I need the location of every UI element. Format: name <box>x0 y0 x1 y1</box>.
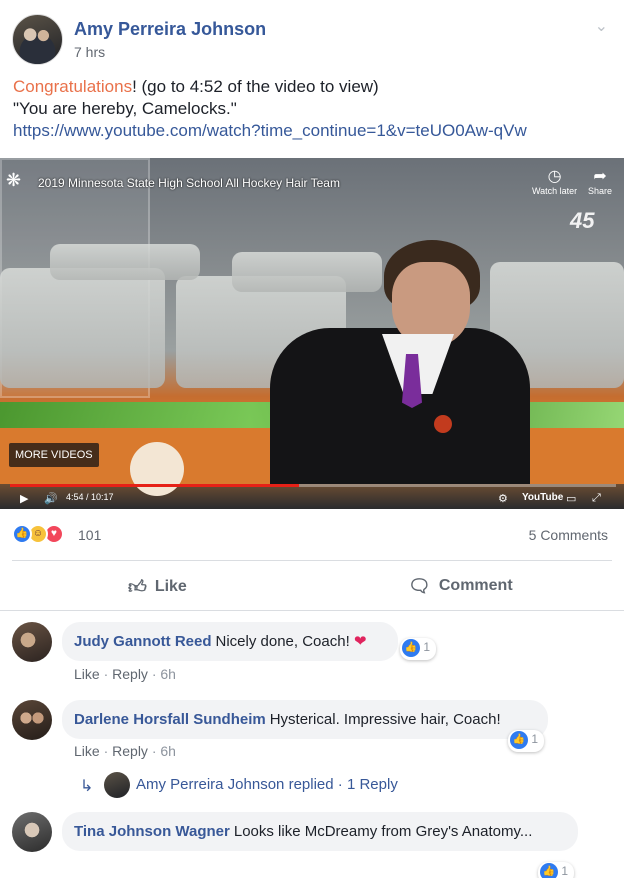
watch-later-button[interactable]: ◷ Watch later <box>532 166 577 196</box>
video-progress-fill <box>10 484 300 487</box>
video-controls: ▶ 🔊 4:54 / 10:17 ⚙ YouTube ▭ ⤢ <box>0 490 624 509</box>
highlighted-word[interactable]: Congratulations <box>13 77 132 96</box>
reaction-count: 101 <box>78 527 102 543</box>
stadium-seat <box>0 268 165 388</box>
reply-arrow-icon: ↳ <box>80 778 94 795</box>
video-title[interactable]: 2019 Minnesota State High School All Hoc… <box>38 176 340 190</box>
speech-bubble-icon: 🗨︎ <box>408 576 431 596</box>
commenter-name[interactable]: Darlene Horsfall Sundheim <box>74 711 266 728</box>
cast-icon[interactable]: ▭ <box>566 492 576 505</box>
comment-meta: Like · Reply · 6h <box>74 666 176 682</box>
reply-count: 1 Reply <box>346 776 398 793</box>
settings-gear-icon[interactable]: ⚙ <box>498 492 508 505</box>
comment-text: Looks like McDreamy from Grey's Anatomy.… <box>233 823 533 840</box>
author-avatar[interactable] <box>12 14 63 65</box>
comment-reaction-count: 1 <box>531 732 539 747</box>
comment-time[interactable]: 6h <box>160 743 176 759</box>
comment-reaction-count: 1 <box>423 640 431 655</box>
stadium-seat <box>50 244 200 280</box>
comment-text: Hysterical. Impressive hair, Coach! <box>269 711 501 728</box>
replied-word: replied <box>288 776 334 793</box>
commenter-avatar[interactable] <box>12 812 52 852</box>
stadium-seat <box>232 252 382 292</box>
comment-bubble: Tina Johnson Wagner Looks like McDreamy f… <box>62 812 578 851</box>
share-button[interactable]: ➦ Share <box>588 166 612 196</box>
reply-summary-text: Amy Perreira Johnson replied · 1 Reply <box>136 776 398 793</box>
youtube-logo[interactable]: YouTube <box>522 492 563 503</box>
like-button-label: Like <box>154 578 187 595</box>
post-text-line-1: Congratulations! (go to 4:52 of the vide… <box>13 76 613 98</box>
clock-icon: ◷ <box>547 168 562 185</box>
volume-icon[interactable]: 🔊 <box>44 492 58 505</box>
comment-time[interactable]: 6h <box>160 666 176 682</box>
commenter-avatar[interactable] <box>12 622 52 662</box>
comment-button[interactable]: 🗨︎ Comment <box>408 576 513 597</box>
comment-text: Nicely done, Coach! <box>215 633 350 650</box>
comment-like-link[interactable]: Like <box>74 743 100 759</box>
comment-reaction-badge[interactable]: 👍 1 <box>400 638 437 660</box>
like-icon: 👍 <box>12 524 32 544</box>
comment-reaction-badge[interactable]: 👍 1 <box>538 862 575 878</box>
comment-like-link[interactable]: Like <box>74 666 100 682</box>
more-videos-button[interactable]: MORE VIDEOS <box>9 443 99 467</box>
video-time: 4:54 / 10:17 <box>66 492 114 502</box>
video-channel-logo[interactable]: ❋ <box>6 170 28 196</box>
like-icon: 👍 <box>510 731 528 749</box>
comment-bubble: Darlene Horsfall Sundheim Hysterical. Imp… <box>62 700 548 739</box>
post-header: Amy Perreira Johnson 7 hrs ⌄ <box>12 14 612 66</box>
like-icon: 👍 <box>402 639 420 657</box>
comment-meta: Like · Reply · 6h <box>74 743 176 759</box>
divider <box>12 560 612 561</box>
replier-avatar <box>104 772 130 798</box>
thumbs-up-icon: 👍︎ <box>128 577 147 597</box>
like-icon: 👍 <box>540 863 558 878</box>
rink-logo <box>130 442 184 496</box>
comment-button-label: Comment <box>438 577 513 594</box>
play-icon[interactable]: ▶ <box>20 492 28 505</box>
post-actions: 👍︎ Like 🗨︎ Comment <box>0 567 624 605</box>
comment-reply-link[interactable]: Reply <box>112 666 148 682</box>
post-text-line-1-rest: ! (go to 4:52 of the video to view) <box>132 77 379 96</box>
video-progress-bar[interactable] <box>10 484 616 487</box>
comment-reaction-badge[interactable]: 👍 1 <box>508 730 545 752</box>
commenter-name[interactable]: Judy Gannott Reed <box>74 633 212 650</box>
like-button[interactable]: 👍︎ Like <box>128 576 187 598</box>
post-link[interactable]: https://www.youtube.com/watch?time_conti… <box>13 120 613 142</box>
post-timestamp[interactable]: 7 hrs <box>74 44 105 60</box>
comment-reaction-count: 1 <box>561 864 569 878</box>
coat-badge <box>434 415 452 433</box>
comments-count-link[interactable]: 5 Comments <box>529 527 608 543</box>
heart-emoji: ❤ <box>353 633 367 650</box>
coach-head <box>392 262 470 346</box>
replier-name: Amy Perreira Johnson <box>136 776 285 793</box>
comment-bubble: Judy Gannott Reed Nicely done, Coach! ❤ <box>62 622 398 661</box>
post-text: Congratulations! (go to 4:52 of the vide… <box>13 76 613 142</box>
commenter-name[interactable]: Tina Johnson Wagner <box>74 823 230 840</box>
comment-reply-link[interactable]: Reply <box>112 743 148 759</box>
post-author-name[interactable]: Amy Perreira Johnson <box>74 19 266 40</box>
broadcast-channel-mark: 45 <box>570 208 595 233</box>
share-label: Share <box>588 186 613 196</box>
commenter-avatar[interactable] <box>12 700 52 740</box>
share-arrow-icon: ➦ <box>593 168 607 185</box>
watch-later-label: Watch later <box>532 186 578 196</box>
fullscreen-icon[interactable]: ⤢ <box>592 492 601 505</box>
chevron-down-icon[interactable]: ⌄ <box>595 16 608 36</box>
post-text-line-2: "You are hereby, Camelocks." <box>13 99 237 118</box>
